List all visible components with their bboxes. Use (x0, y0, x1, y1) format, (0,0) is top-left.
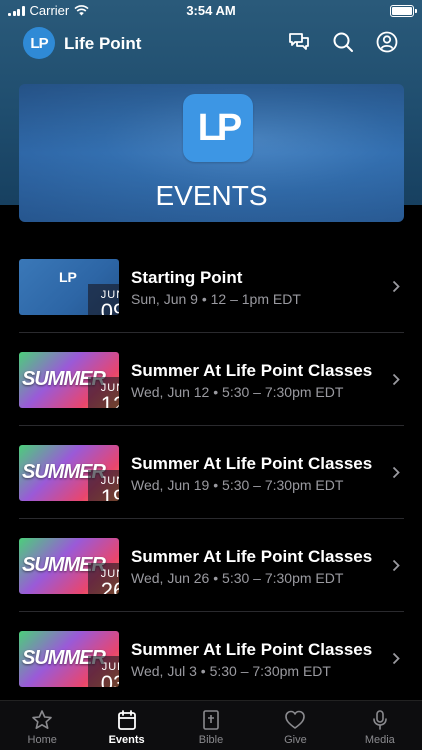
chevron-right-icon (392, 280, 400, 293)
date-day: 19 (100, 485, 119, 502)
event-title: Summer At Life Point Classes (131, 640, 373, 659)
date-day: 09 (100, 299, 119, 316)
event-item[interactable]: SUMMER JUL 03 Summer At Life Point Class… (0, 612, 422, 705)
event-title: Summer At Life Point Classes (131, 361, 373, 380)
tab-media[interactable]: Media (338, 701, 422, 750)
profile-icon[interactable] (376, 31, 398, 53)
heart-icon (285, 710, 306, 729)
chevron-right-icon (392, 466, 400, 479)
event-item[interactable]: SUMMER JUN 19 Summer At Life Point Class… (0, 426, 422, 519)
event-datetime: Wed, Jul 3 • 5:30 – 7:30pm EDT (131, 663, 331, 679)
hero-title: EVENTS (155, 180, 268, 211)
tab-label: Media (364, 734, 395, 746)
tab-events[interactable]: Events (84, 701, 168, 750)
chevron-right-icon (392, 373, 400, 386)
chevron-right-icon (392, 559, 400, 572)
thumbnail-text: LP (59, 269, 77, 285)
date-day: 12 (100, 392, 119, 409)
chat-icon[interactable] (288, 31, 310, 53)
event-thumbnail: SUMMER JUL 03 (19, 631, 119, 687)
event-datetime: Sun, Jun 9 • 12 – 1pm EDT (131, 291, 301, 307)
event-datetime: Wed, Jun 26 • 5:30 – 7:30pm EDT (131, 570, 344, 586)
event-thumbnail: SUMMER JUN 19 (19, 445, 119, 501)
date-badge: JUN 26 (88, 563, 119, 594)
date-day: 03 (100, 671, 119, 688)
app-bar: LP Life Point (0, 26, 422, 62)
event-thumbnail: SUMMER JUN 26 (19, 538, 119, 594)
event-title: Starting Point (131, 268, 243, 287)
header-actions (288, 31, 398, 53)
microphone-icon (373, 710, 387, 730)
date-badge: JUL 03 (88, 656, 119, 687)
event-item[interactable]: LP JUN 09 Starting Point Sun, Jun 9 • 12… (0, 240, 422, 333)
status-time: 3:54 AM (186, 3, 236, 18)
tab-bar: Home Events Bible Give Media (0, 700, 422, 750)
tab-give[interactable]: Give (253, 701, 337, 750)
date-day: 26 (100, 578, 119, 595)
date-badge: JUN 09 (88, 284, 119, 315)
event-item[interactable]: SUMMER JUN 26 Summer At Life Point Class… (0, 519, 422, 612)
chevron-right-icon (392, 652, 400, 665)
status-bar: Carrier 3:54 AM (0, 0, 422, 22)
star-icon (32, 710, 53, 729)
event-title: Summer At Life Point Classes (131, 454, 373, 473)
battery-icon (390, 5, 417, 17)
event-item[interactable]: SUMMER JUN 12 Summer At Life Point Class… (0, 333, 422, 426)
calendar-icon (117, 710, 136, 730)
date-badge: JUN 19 (88, 470, 119, 501)
tab-label: Bible (198, 734, 224, 746)
app-title: Life Point (64, 34, 142, 53)
hero-logo: LP (183, 94, 253, 162)
events-hero-banner: LP EVENTS (19, 84, 404, 222)
events-list: LP JUN 09 Starting Point Sun, Jun 9 • 12… (0, 240, 422, 705)
event-datetime: Wed, Jun 19 • 5:30 – 7:30pm EDT (131, 477, 344, 493)
date-badge: JUN 12 (88, 377, 119, 408)
event-thumbnail: SUMMER JUN 12 (19, 352, 119, 408)
event-datetime: Wed, Jun 12 • 5:30 – 7:30pm EDT (131, 384, 344, 400)
tab-bible[interactable]: Bible (169, 701, 253, 750)
search-icon[interactable] (332, 31, 354, 53)
event-title: Summer At Life Point Classes (131, 547, 373, 566)
app-logo[interactable]: LP (23, 27, 55, 59)
tab-label: Events (108, 734, 145, 746)
tab-label: Give (284, 734, 307, 746)
event-thumbnail: LP JUN 09 (19, 259, 119, 315)
tab-home[interactable]: Home (0, 701, 84, 750)
bible-icon (203, 710, 219, 730)
tab-label: Home (27, 734, 57, 746)
